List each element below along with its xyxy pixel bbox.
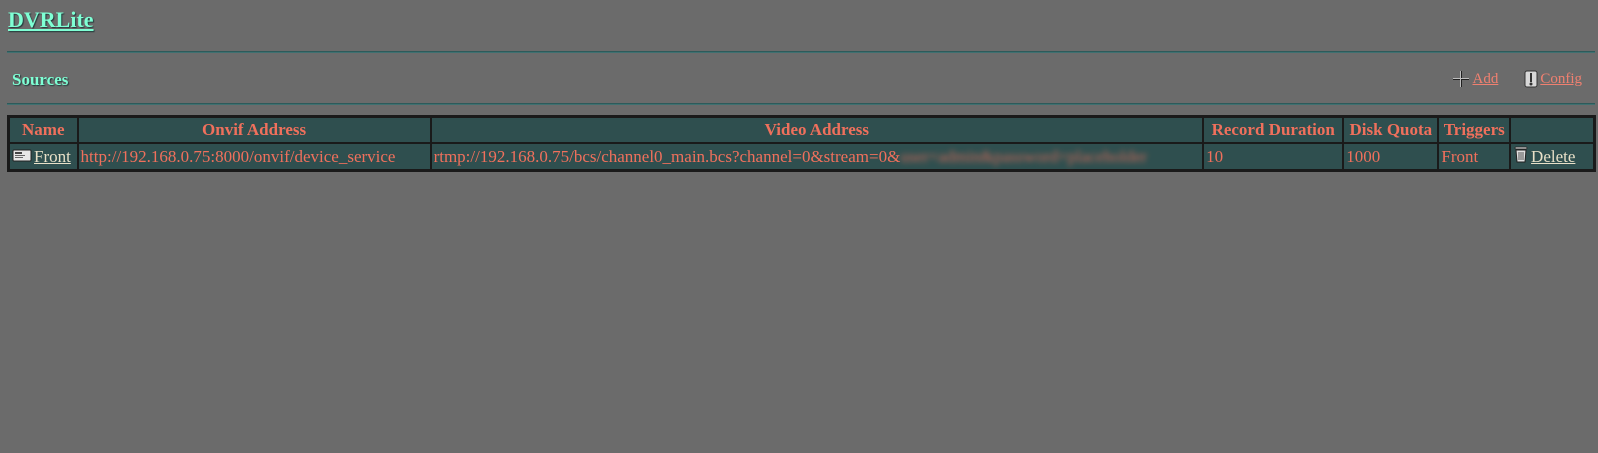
section-title-sources: Sources — [12, 70, 69, 89]
table-row: Front http://192.168.0.75:8000/onvif/dev… — [9, 143, 1594, 170]
config-icon — [1524, 70, 1538, 88]
sources-table: Name Onvif Address Video Address Record … — [7, 115, 1596, 172]
header-triggers: Triggers — [1438, 117, 1511, 143]
delete-label: Delete — [1531, 146, 1576, 166]
cell-name: Front — [9, 143, 78, 170]
divider-top — [7, 51, 1595, 53]
header-name: Name — [9, 117, 78, 143]
config-label: Config — [1540, 70, 1582, 87]
cell-disk-quota: 1000 — [1343, 143, 1439, 170]
header-record-duration: Record Duration — [1203, 117, 1344, 143]
page: DVRLite Sources Add Config Name Onvif Ad… — [0, 0, 1598, 453]
cell-onvif-address: http://192.168.0.75:8000/onvif/device_se… — [77, 143, 431, 170]
header-disk-quota: Disk Quota — [1343, 117, 1439, 143]
camera-icon — [12, 147, 32, 167]
source-name: Front — [34, 146, 71, 166]
source-link[interactable]: Front — [12, 147, 71, 167]
cell-triggers: Front — [1438, 143, 1511, 170]
video-address-text: rtmp://192.168.0.75/bcs/channel0_main.bc… — [433, 146, 901, 166]
header-actions — [1510, 117, 1594, 143]
delete-button[interactable]: Delete — [1513, 145, 1575, 168]
trash-icon — [1513, 145, 1529, 168]
config-button[interactable]: Config — [1524, 70, 1582, 88]
plus-icon — [1452, 70, 1470, 88]
cell-video-address: rtmp://192.168.0.75/bcs/channel0_main.bc… — [430, 143, 1204, 170]
section-actions: Add Config — [1452, 70, 1582, 88]
video-address-redacted: user=admin&password=placeholder — [900, 146, 1148, 166]
header-onvif-address: Onvif Address — [77, 117, 431, 143]
cell-record-duration: 10 — [1203, 143, 1344, 170]
divider-bottom — [7, 103, 1595, 105]
app-title-link[interactable]: DVRLite — [8, 7, 94, 33]
add-button[interactable]: Add — [1452, 70, 1498, 88]
header-video-address: Video Address — [430, 117, 1204, 143]
table-header-row: Name Onvif Address Video Address Record … — [9, 117, 1594, 143]
add-label: Add — [1472, 70, 1499, 87]
cell-delete: Delete — [1510, 143, 1594, 170]
